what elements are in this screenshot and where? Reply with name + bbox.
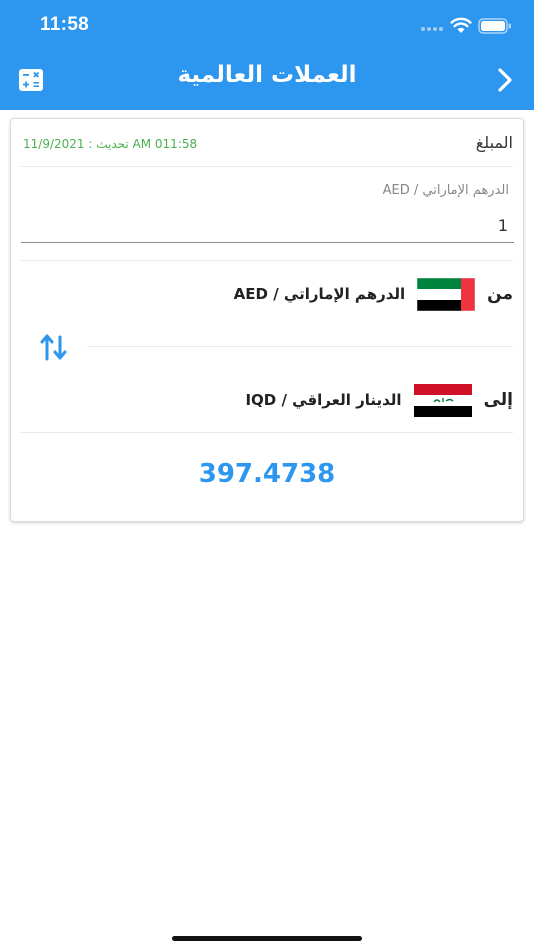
status-time: 11:58 [40,14,90,35]
from-currency-row[interactable]: من الدرهم الإماراتي / AED [133,276,513,312]
swap-arrows-icon[interactable] [39,331,69,363]
page-title: العملات العالمية [177,62,357,88]
uae-flag-icon [417,277,476,311]
update-timestamp: تحديث : 11/9/2021 AM 011:58 [23,137,198,151]
divider [87,346,513,347]
from-label: من [487,284,513,304]
to-label: إلى [483,390,513,410]
conversion-result: 397.4738 [198,459,336,489]
divider [21,260,513,261]
to-currency-name: الدينار العراقي / IQD [245,391,402,409]
divider [21,166,513,167]
app-header: 11:58 العملات العالمية [0,0,534,110]
converter-card: المبلغ تحديث : 11/9/2021 AM 011:58 الدره… [10,118,524,522]
amount-input-label: الدرهم الإماراتي / AED [382,183,509,198]
iraq-flag-icon [413,383,472,417]
from-currency-name: الدرهم الإماراتي / AED [233,285,406,303]
battery-icon [478,18,511,34]
chevron-right-icon[interactable] [494,66,516,94]
home-indicator [172,936,362,941]
amount-input[interactable] [21,209,514,243]
cellular-signal-icon [421,27,445,31]
wifi-icon [450,17,472,33]
divider [21,432,513,433]
amount-label: المبلغ [475,133,513,152]
to-currency-row[interactable]: إلى الدينار العراقي / IQD [133,382,513,418]
